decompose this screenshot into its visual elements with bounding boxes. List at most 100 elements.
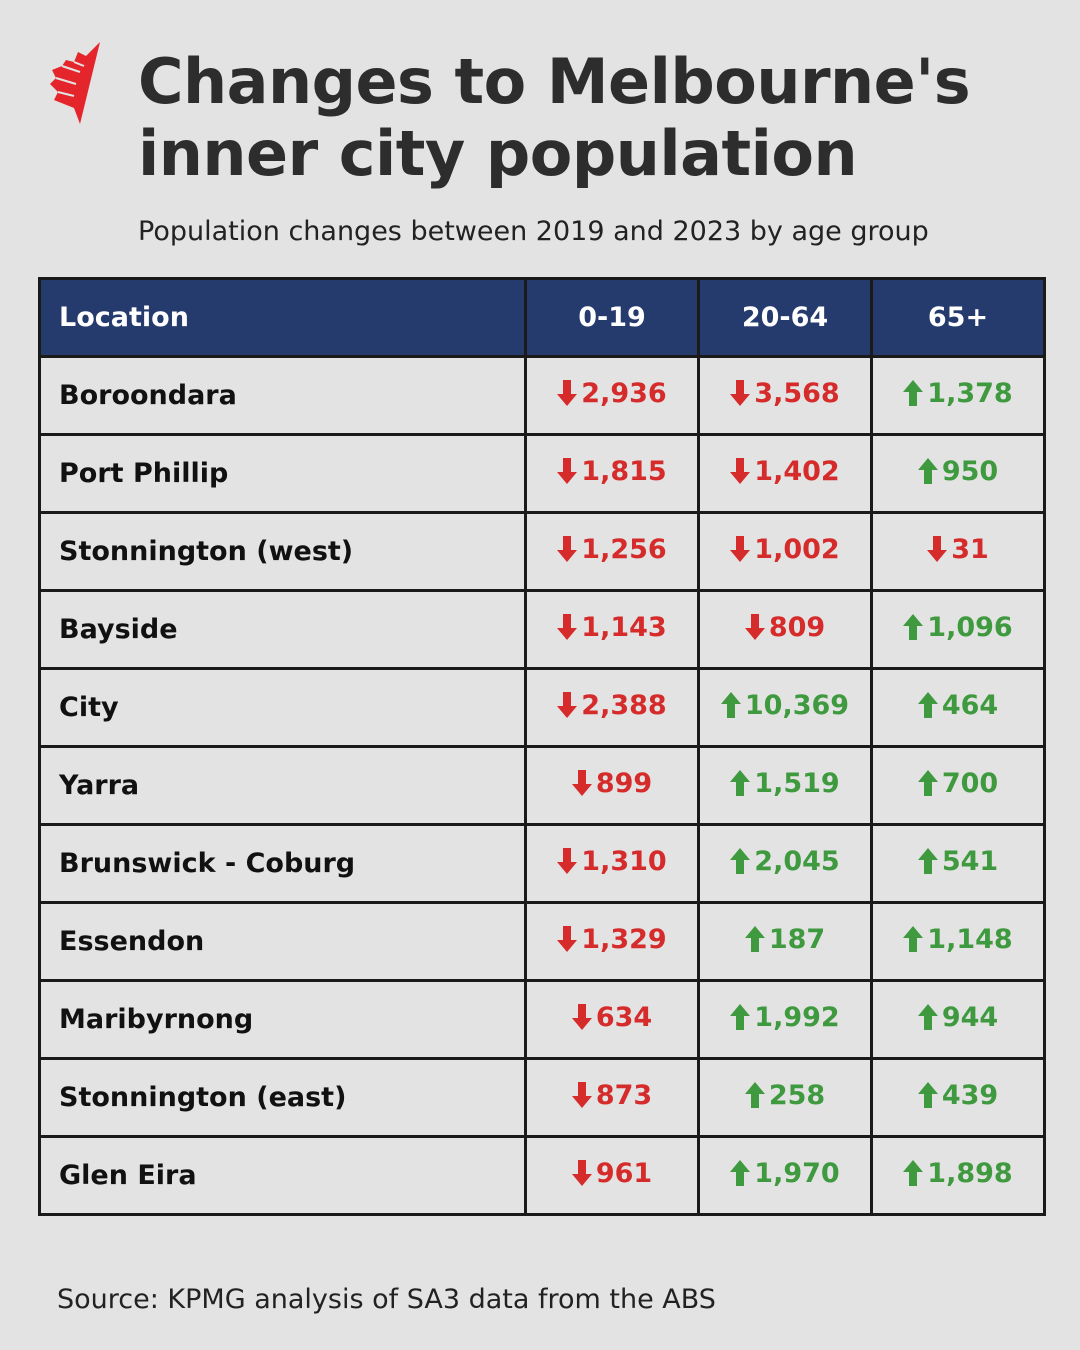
value-cell-0-19: 2,936 bbox=[524, 355, 700, 436]
value-cell-65-plus: 464 bbox=[870, 667, 1046, 748]
value-cell-20-64: 1,519 bbox=[697, 745, 873, 826]
value-label: 1,898 bbox=[927, 1157, 1013, 1189]
value-cell-65-plus: 1,898 bbox=[870, 1135, 1046, 1216]
decrease-value: 3,568 bbox=[730, 378, 840, 409]
value-cell-20-64: 187 bbox=[697, 901, 873, 982]
arrow-down-icon bbox=[571, 1082, 592, 1109]
header-row: Location 0-19 20-64 65+ bbox=[38, 277, 1046, 358]
table-row: Boroondara 2,936 3,568 1,378 bbox=[38, 355, 1046, 436]
value-cell-65-plus: 950 bbox=[870, 433, 1046, 514]
value-cell-20-64: 1,970 bbox=[697, 1135, 873, 1216]
value-label: 899 bbox=[595, 767, 653, 799]
value-label: 2,388 bbox=[581, 689, 667, 721]
decrease-value: 809 bbox=[744, 611, 826, 643]
location-cell: Glen Eira bbox=[38, 1135, 527, 1216]
value-label: 541 bbox=[941, 845, 999, 877]
value-cell-20-64: 258 bbox=[697, 1057, 873, 1138]
arrow-down-icon bbox=[571, 1160, 592, 1187]
decrease-value: 1,002 bbox=[730, 534, 840, 565]
decrease-value: 1,815 bbox=[557, 455, 667, 487]
arrow-up-icon bbox=[744, 926, 765, 953]
location-cell: Stonnington (west) bbox=[38, 511, 527, 592]
table-row: City 2,388 10,369 464 bbox=[38, 667, 1046, 748]
value-cell-65-plus: 1,148 bbox=[870, 901, 1046, 982]
value-label: 700 bbox=[941, 767, 999, 799]
location-cell: Boroondara bbox=[38, 355, 527, 436]
value-cell-20-64: 1,002 bbox=[697, 511, 873, 592]
arrow-down-icon bbox=[571, 770, 592, 797]
increase-value: 187 bbox=[744, 924, 825, 955]
value-label: 1,402 bbox=[754, 455, 840, 487]
arrow-up-icon bbox=[917, 1082, 938, 1109]
value-label: 2,045 bbox=[754, 845, 840, 877]
location-cell: Maribyrnong bbox=[38, 979, 527, 1060]
value-label: 1,815 bbox=[581, 455, 667, 487]
column-header-20-64: 20-64 bbox=[697, 277, 873, 358]
table-row: Bayside 1,143 809 1,096 bbox=[38, 589, 1046, 670]
arrow-up-icon bbox=[730, 770, 751, 797]
value-label: 1,992 bbox=[754, 1001, 840, 1033]
decrease-value: 2,388 bbox=[557, 689, 667, 721]
value-label: 950 bbox=[941, 455, 999, 487]
value-label: 1,329 bbox=[581, 923, 667, 955]
value-label: 2,936 bbox=[581, 377, 667, 409]
increase-value: 1,898 bbox=[903, 1157, 1013, 1189]
value-cell-0-19: 899 bbox=[524, 745, 700, 826]
arrow-up-icon bbox=[903, 1160, 924, 1187]
sbs-logo-icon bbox=[50, 42, 100, 124]
value-cell-20-64: 1,992 bbox=[697, 979, 873, 1060]
decrease-value: 873 bbox=[571, 1080, 652, 1111]
table-row: Maribyrnong 634 1,992 944 bbox=[38, 979, 1046, 1060]
decrease-value: 1,402 bbox=[730, 455, 840, 487]
increase-value: 1,378 bbox=[903, 378, 1013, 409]
value-label: 464 bbox=[941, 689, 999, 721]
increase-value: 700 bbox=[917, 767, 999, 799]
value-cell-0-19: 1,815 bbox=[524, 433, 700, 514]
value-cell-65-plus: 700 bbox=[870, 745, 1046, 826]
value-cell-0-19: 1,310 bbox=[524, 823, 700, 904]
page-title: Changes to Melbourne's inner city popula… bbox=[138, 45, 971, 190]
value-cell-65-plus: 1,378 bbox=[870, 355, 1046, 436]
arrow-down-icon bbox=[557, 926, 578, 953]
arrow-down-icon bbox=[557, 380, 578, 407]
subtitle: Population changes between 2019 and 2023… bbox=[138, 216, 929, 247]
value-label: 1,096 bbox=[927, 611, 1013, 643]
value-cell-20-64: 809 bbox=[697, 589, 873, 670]
increase-value: 1,992 bbox=[730, 1001, 840, 1033]
value-label: 961 bbox=[595, 1157, 653, 1189]
increase-value: 950 bbox=[917, 455, 999, 487]
title-line-1: Changes to Melbourne's bbox=[138, 45, 971, 118]
value-label: 1,143 bbox=[581, 611, 667, 643]
increase-value: 10,369 bbox=[720, 689, 850, 721]
decrease-value: 961 bbox=[571, 1157, 653, 1189]
arrow-down-icon bbox=[557, 848, 578, 875]
value-cell-65-plus: 31 bbox=[870, 511, 1046, 592]
arrow-down-icon bbox=[557, 692, 578, 719]
value-label: 10,369 bbox=[744, 689, 850, 721]
arrow-up-icon bbox=[720, 692, 741, 719]
arrow-down-icon bbox=[571, 1004, 592, 1031]
location-cell: Yarra bbox=[38, 745, 527, 826]
location-cell: Port Phillip bbox=[38, 433, 527, 514]
increase-value: 1,970 bbox=[730, 1158, 840, 1189]
value-cell-0-19: 961 bbox=[524, 1135, 700, 1216]
location-cell: Stonnington (east) bbox=[38, 1057, 527, 1138]
increase-value: 2,045 bbox=[730, 845, 840, 877]
arrow-down-icon bbox=[557, 614, 578, 641]
value-label: 31 bbox=[951, 533, 989, 565]
arrow-down-icon bbox=[730, 458, 751, 485]
value-label: 258 bbox=[768, 1079, 826, 1111]
increase-value: 541 bbox=[917, 845, 999, 877]
decrease-value: 1,310 bbox=[557, 846, 667, 877]
column-header-location: Location bbox=[38, 277, 527, 358]
value-cell-65-plus: 541 bbox=[870, 823, 1046, 904]
table-row: Port Phillip 1,815 1,402 950 bbox=[38, 433, 1046, 514]
arrow-up-icon bbox=[730, 848, 751, 875]
value-cell-20-64: 2,045 bbox=[697, 823, 873, 904]
arrow-up-icon bbox=[917, 458, 938, 485]
decrease-value: 1,143 bbox=[557, 611, 667, 643]
decrease-value: 1,329 bbox=[557, 923, 667, 955]
value-label: 809 bbox=[768, 611, 826, 643]
value-label: 634 bbox=[595, 1001, 653, 1033]
decrease-value: 899 bbox=[571, 767, 653, 799]
